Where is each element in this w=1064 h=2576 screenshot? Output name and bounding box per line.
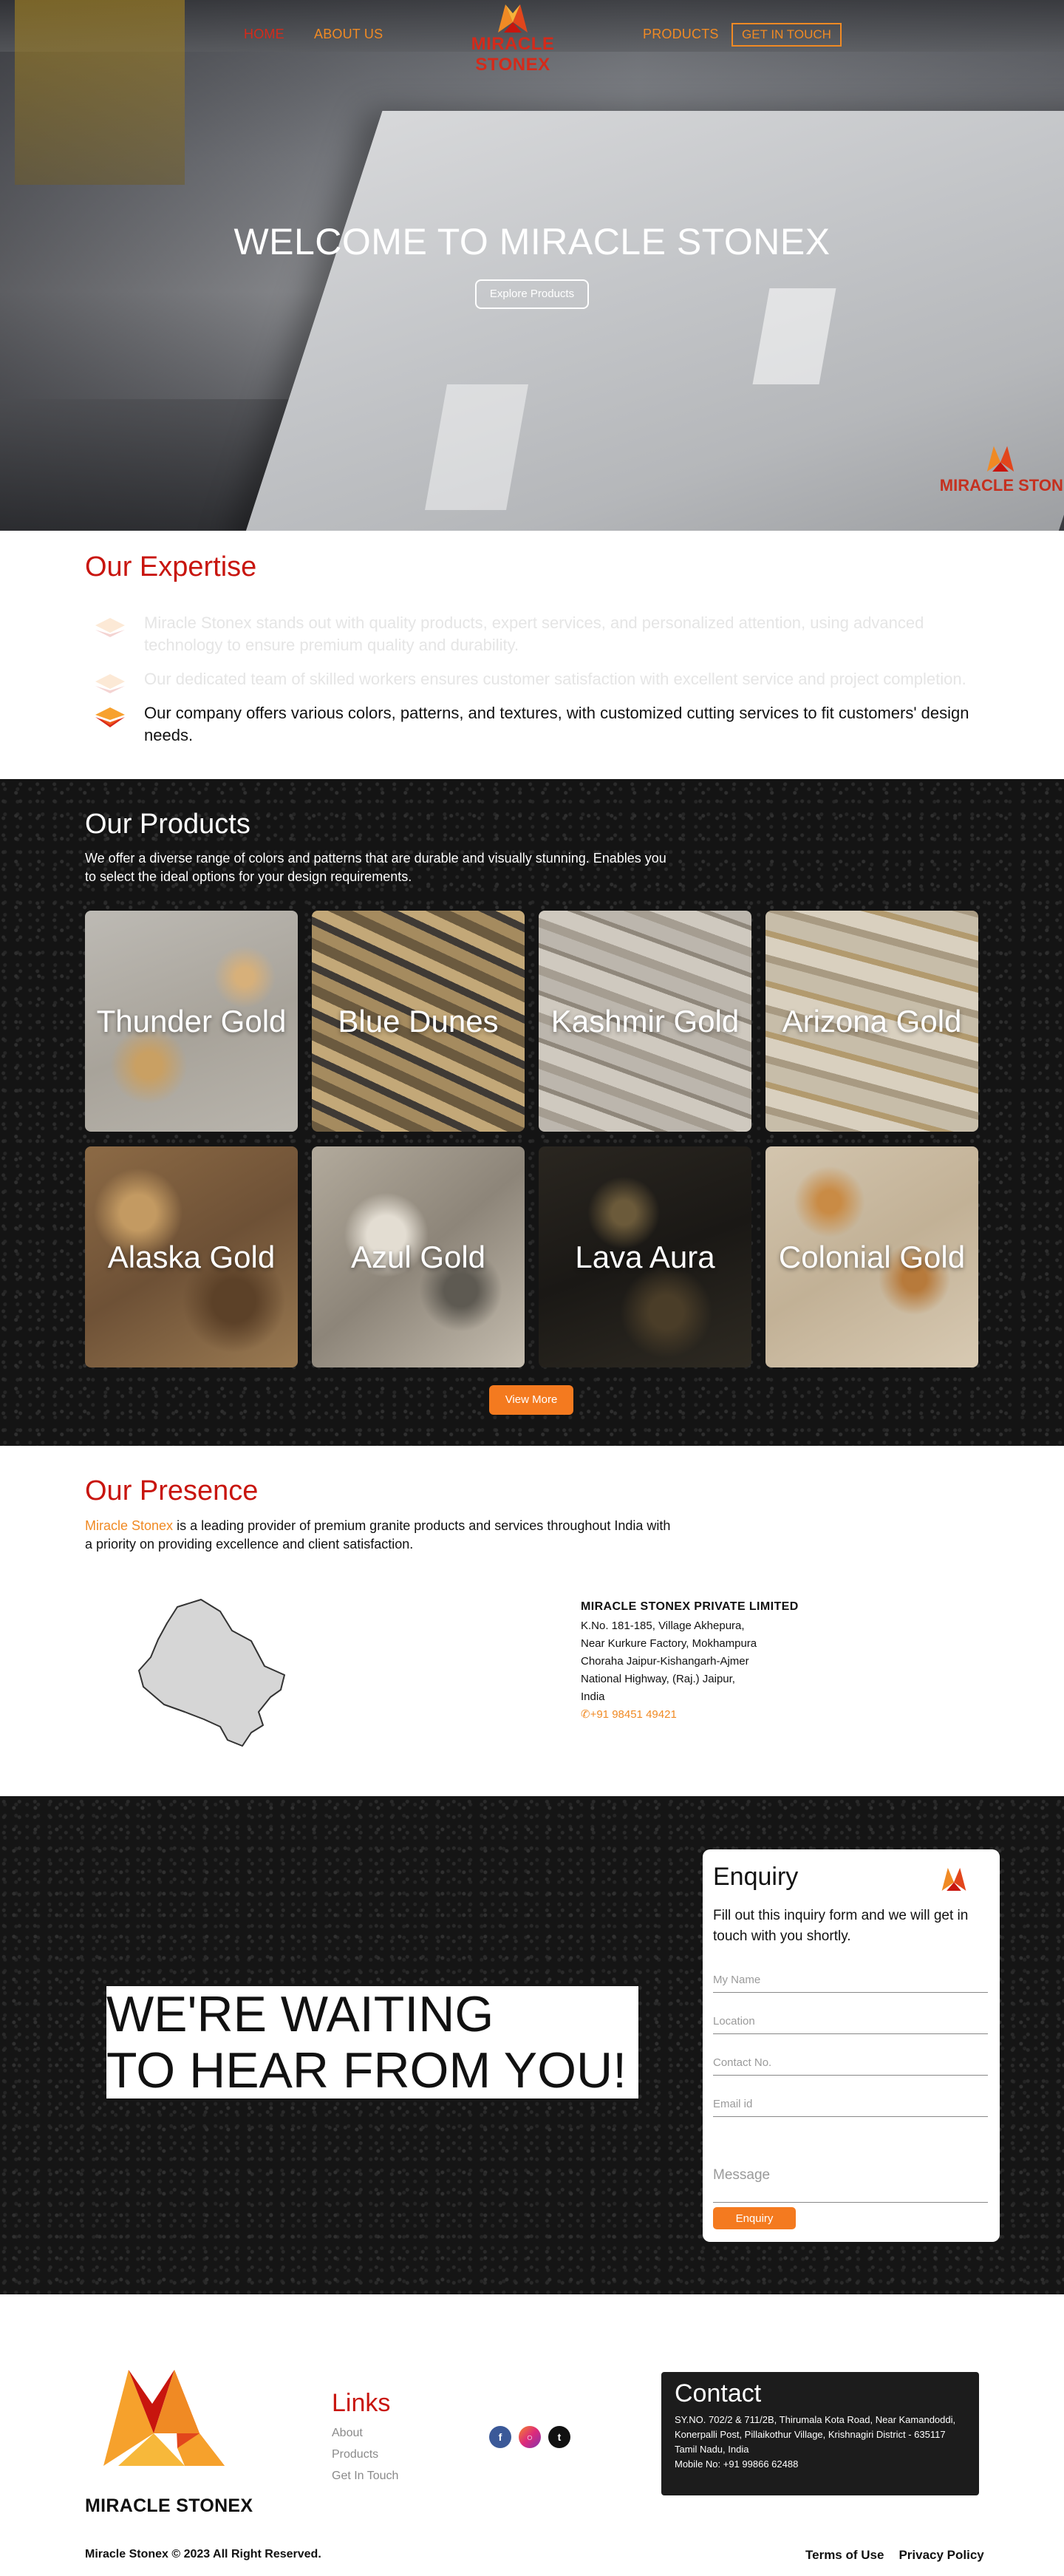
phone-link[interactable]: ✆+91 98451 49421 (581, 1706, 891, 1724)
product-card-arizona-gold[interactable]: Arizona Gold (765, 911, 978, 1132)
expertise-text: Our dedicated team of skilled workers en… (144, 670, 966, 688)
contact-line: Konerpalli Post, Pillaikothur Village, K… (675, 2429, 946, 2440)
product-card-azul-gold[interactable]: Azul Gold (312, 1146, 525, 1367)
address-line: National Highway, (Raj.) Jaipur, (581, 1673, 735, 1685)
view-more-button[interactable]: View More (489, 1385, 573, 1415)
product-card-kashmir-gold[interactable]: Kashmir Gold (539, 911, 751, 1132)
presence-section: Our Presence Miracle Stonex is a leading… (0, 1446, 1064, 1796)
expertise-item: Miracle Stonex stands out with quality p… (92, 612, 979, 656)
presence-description: Miracle Stonex is a leading provider of … (85, 1517, 676, 1554)
stone-layers-icon (95, 618, 125, 637)
explore-products-button[interactable]: Explore Products (475, 279, 589, 309)
brand-name: MIRACLE STONEX (471, 34, 555, 75)
product-name: Colonial Gold (778, 1239, 966, 1274)
nav-home[interactable]: HOME (244, 27, 284, 42)
contact-box: Contact SY.NO. 702/2 & 711/2B, Thirumala… (661, 2372, 979, 2495)
hero-watermark: MIRACLE STONEX (938, 442, 1064, 501)
facebook-icon[interactable]: f (489, 2426, 511, 2448)
expertise-item: Our dedicated team of skilled workers en… (92, 668, 979, 698)
product-card-thunder-gold[interactable]: Thunder Gold (85, 911, 298, 1132)
contact-line: SY.NO. 702/2 & 711/2B, Thirumala Kota Ro… (675, 2414, 956, 2425)
contact-field[interactable] (713, 2050, 988, 2076)
footer-logo-icon[interactable] (103, 2367, 225, 2466)
waiting-heading-line: WE'RE WAITING (106, 1986, 494, 2042)
address-line: Choraha Jaipur-Kishangarh-Ajmer (581, 1655, 749, 1668)
contact-line: Mobile No: +91 99866 62488 (675, 2458, 799, 2470)
footer: MIRACLE STONEX Links About Products Get … (0, 2294, 1064, 2576)
address-line: K.No. 181-185, Village Akhepura, (581, 1620, 745, 1632)
product-name: Arizona Gold (782, 1003, 962, 1039)
waiting-banner: WE'RE WAITING TO HEAR FROM YOU! (106, 1986, 638, 2098)
footer-links: About Products Get In Touch (332, 2422, 398, 2487)
enquiry-section: WE'RE WAITING TO HEAR FROM YOU! Enquiry … (0, 1796, 1064, 2294)
logo-mark-icon (498, 4, 528, 33)
product-card-colonial-gold[interactable]: Colonial Gold (765, 1146, 978, 1367)
products-section: Our Products We offer a diverse range of… (0, 779, 1064, 1446)
phone-icon: ✆ (581, 1708, 590, 1721)
enquiry-description: Fill out this inquiry form and we will g… (713, 1908, 969, 1944)
products-grid: Thunder Gold Blue Dunes Kashmir Gold Ari… (85, 911, 979, 1367)
message-field[interactable] (713, 2167, 988, 2203)
product-name: Azul Gold (350, 1239, 486, 1274)
presence-title: Our Presence (85, 1475, 259, 1506)
nav-products[interactable]: PRODUCTS (643, 27, 719, 42)
expertise-section: Our Expertise Miracle Stonex stands out … (0, 531, 1064, 779)
rajasthan-map-icon (138, 1599, 285, 1747)
product-name: Lava Aura (575, 1239, 715, 1274)
stone-layers-icon (95, 707, 125, 727)
hero-section: HOME ABOUT US MIRACLE STONEX PRODUCTS GE… (0, 0, 1064, 531)
phone-number: +91 98451 49421 (590, 1708, 677, 1721)
contact-line: Tamil Nadu, India (675, 2444, 749, 2455)
name-field[interactable] (713, 1968, 988, 1993)
footer-brand: MIRACLE STONEX (85, 2495, 253, 2516)
email-field[interactable] (713, 2092, 988, 2117)
expertise-item: Our company offers various colors, patte… (92, 702, 979, 747)
brand-logo[interactable]: MIRACLE STONEX (437, 0, 588, 75)
expertise-title: Our Expertise (85, 551, 257, 582)
nav-about[interactable]: ABOUT US (314, 27, 383, 42)
footer-link-products[interactable]: Products (332, 2444, 398, 2465)
location-field[interactable] (713, 2009, 988, 2034)
product-name: Blue Dunes (338, 1003, 499, 1039)
watermark-text: MIRACLE STONEX (939, 476, 1064, 495)
waiting-heading-line: TO HEAR FROM YOU! (106, 2042, 627, 2098)
contact-title: Contact (675, 2379, 762, 2407)
instagram-icon[interactable]: ○ (519, 2426, 541, 2448)
copyright: Miracle Stonex © 2023 All Right Reserved… (85, 2548, 321, 2560)
terms-link[interactable]: Terms of Use (805, 2548, 884, 2563)
logo-mark-icon (986, 446, 1014, 472)
enquiry-form: Enquiry Fill out this inquiry form and w… (703, 1849, 1000, 2242)
enquiry-title: Enquiry (713, 1863, 799, 1891)
product-card-alaska-gold[interactable]: Alaska Gold (85, 1146, 298, 1367)
links-title: Links (332, 2389, 391, 2417)
twitter-icon[interactable]: t (548, 2426, 570, 2448)
products-title: Our Products (85, 809, 250, 840)
footer-link-get-in-touch[interactable]: Get In Touch (332, 2465, 398, 2487)
stone-layers-icon (95, 674, 125, 693)
product-card-lava-aura[interactable]: Lava Aura (539, 1146, 751, 1367)
legal-links: Terms of Use Privacy Policy (805, 2548, 984, 2563)
footer-link-about[interactable]: About (332, 2422, 398, 2444)
office-address: MIRACLE STONEX PRIVATE LIMITED K.No. 181… (581, 1598, 891, 1724)
social-links: f ○ t (489, 2426, 570, 2448)
product-card-blue-dunes[interactable]: Blue Dunes (312, 911, 525, 1132)
products-description: We offer a diverse range of colors and p… (85, 851, 666, 884)
product-name: Kashmir Gold (550, 1003, 740, 1039)
product-name: Alaska Gold (107, 1239, 276, 1274)
logo-mark-icon (941, 1867, 966, 1891)
privacy-link[interactable]: Privacy Policy (898, 2548, 983, 2563)
enquiry-submit-button[interactable]: Enquiry (713, 2207, 796, 2229)
expertise-text: Miracle Stonex stands out with quality p… (144, 614, 924, 654)
product-name: Thunder Gold (96, 1003, 287, 1039)
address-line: Near Kurkure Factory, Mokhampura (581, 1637, 757, 1650)
address-line: India (581, 1690, 605, 1703)
company-name: MIRACLE STONEX PRIVATE LIMITED (581, 1600, 799, 1613)
presence-highlight: Miracle Stonex (85, 1518, 174, 1533)
hero-title: WELCOME TO MIRACLE STONEX (233, 221, 831, 262)
top-nav: HOME ABOUT US MIRACLE STONEX PRODUCTS GE… (0, 0, 1064, 75)
nav-get-in-touch-button[interactable]: GET IN TOUCH (732, 23, 842, 47)
expertise-text: Our company offers various colors, patte… (144, 704, 969, 744)
presence-description-text: is a leading provider of premium granite… (85, 1518, 671, 1552)
